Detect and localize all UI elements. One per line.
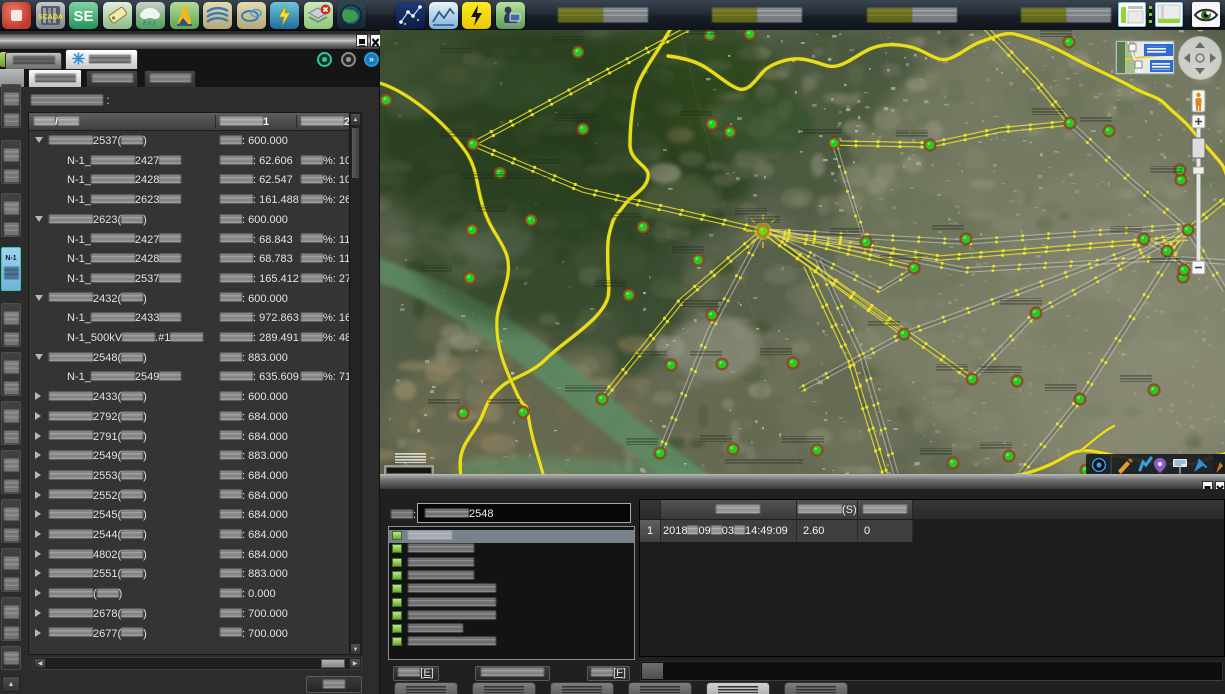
svg-text:SCADA: SCADA — [38, 14, 63, 21]
svg-text:SE: SE — [73, 8, 93, 25]
